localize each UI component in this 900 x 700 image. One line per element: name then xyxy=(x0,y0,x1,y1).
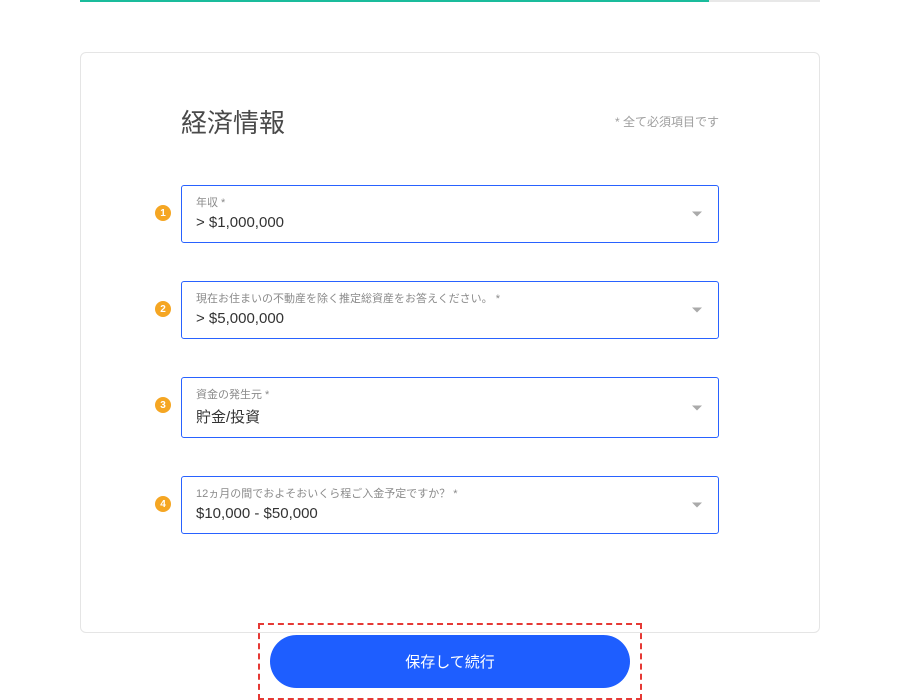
progress-bar xyxy=(80,0,820,2)
page-title: 経済情報 xyxy=(181,103,285,140)
field-net-worth: 2 現在お住まいの不動産を除く推定総資産をお答えください。 * > $5,000… xyxy=(181,281,719,339)
field-expected-deposit: 4 12ヵ月の間でおよそおいくら程ご入金予定ですか？ * $10,000 - $… xyxy=(181,476,719,534)
field-value: $10,000 - $50,000 xyxy=(196,505,318,522)
field-source-of-funds: 3 資金の発生元 * 貯金/投資 xyxy=(181,377,719,438)
chevron-down-icon xyxy=(692,212,702,217)
field-value: > $1,000,000 xyxy=(196,214,284,231)
field-label: 12ヵ月の間でおよそおいくら程ご入金予定ですか？ * xyxy=(196,485,704,501)
chevron-down-icon xyxy=(692,405,702,410)
select-net-worth[interactable]: 現在お住まいの不動産を除く推定総資産をお答えください。 * > $5,000,0… xyxy=(181,281,719,339)
field-annual-income: 1 年収 * > $1,000,000 xyxy=(181,185,719,243)
button-highlight-frame: 保存して続行 xyxy=(258,623,642,700)
field-value: 貯金/投資 xyxy=(196,409,260,426)
badge-2: 2 xyxy=(155,301,171,317)
badge-4: 4 xyxy=(155,496,171,512)
field-value: > $5,000,000 xyxy=(196,310,284,327)
save-continue-button[interactable]: 保存して続行 xyxy=(270,635,630,688)
badge-1: 1 xyxy=(155,205,171,221)
required-note: * 全て必須項目です xyxy=(615,113,719,130)
chevron-down-icon xyxy=(692,308,702,313)
chevron-down-icon xyxy=(692,503,702,508)
select-annual-income[interactable]: 年収 * > $1,000,000 xyxy=(181,185,719,243)
progress-fill xyxy=(80,0,709,2)
field-label: 現在お住まいの不動産を除く推定総資産をお答えください。 * xyxy=(196,290,704,306)
header-row: 経済情報 * 全て必須項目です xyxy=(181,103,719,140)
form-card: 経済情報 * 全て必須項目です 1 年収 * > $1,000,000 2 現在… xyxy=(80,52,820,633)
field-label: 資金の発生元 * xyxy=(196,386,704,402)
select-source-of-funds[interactable]: 資金の発生元 * 貯金/投資 xyxy=(181,377,719,438)
field-label: 年収 * xyxy=(196,194,704,210)
select-expected-deposit[interactable]: 12ヵ月の間でおよそおいくら程ご入金予定ですか？ * $10,000 - $50… xyxy=(181,476,719,534)
badge-3: 3 xyxy=(155,397,171,413)
